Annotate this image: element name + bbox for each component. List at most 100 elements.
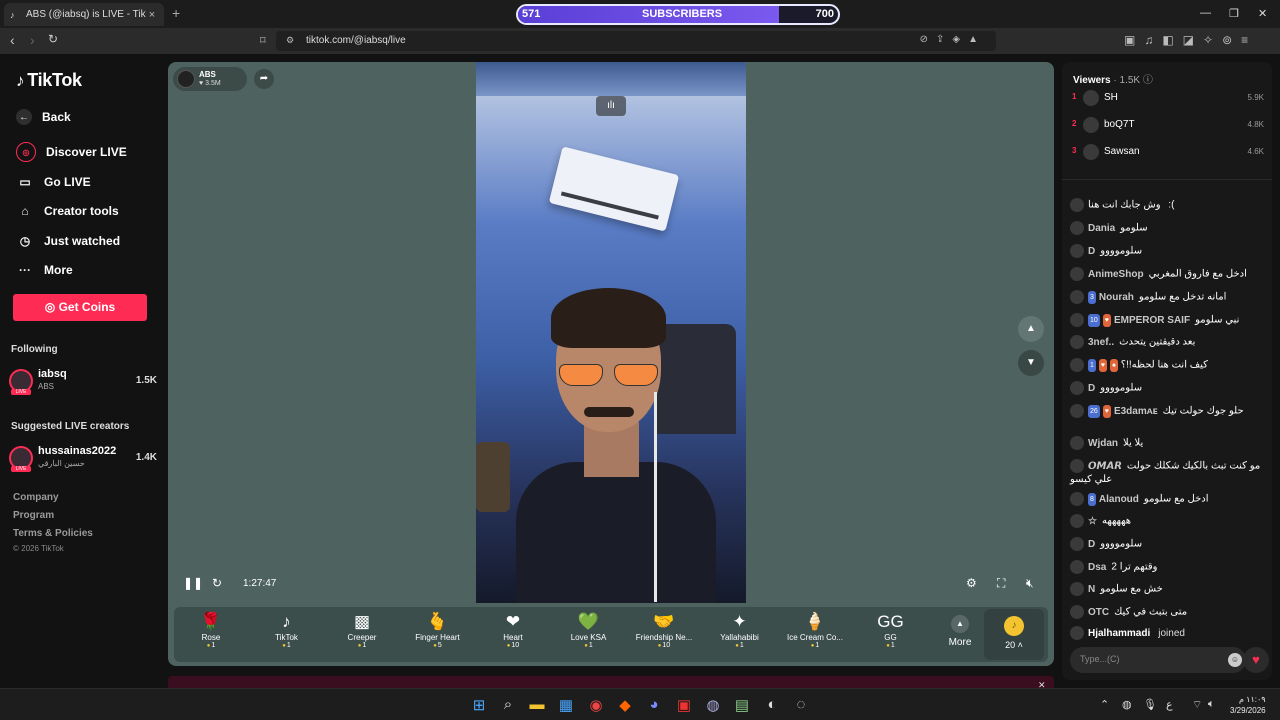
discord-icon[interactable]: ◕ bbox=[644, 696, 664, 713]
microphone-icon[interactable]: 🎙︎ bbox=[1143, 698, 1157, 711]
chat-username[interactable]: ☆ bbox=[1088, 516, 1097, 527]
next-live-icon[interactable]: ▼ bbox=[1018, 350, 1044, 376]
top-viewer-row[interactable]: 3 Sawsan 4.6K bbox=[1072, 142, 1266, 162]
tray-chevron-icon[interactable]: ⌃ bbox=[1100, 698, 1109, 711]
language-icon[interactable]: ع bbox=[1166, 698, 1173, 711]
gift-item[interactable]: ❤ Heart10 bbox=[476, 611, 550, 659]
top-viewer-row[interactable]: 2 boQ7T 4.8K bbox=[1072, 115, 1266, 135]
close-window-button[interactable]: ✕ bbox=[1258, 7, 1267, 20]
avatar[interactable] bbox=[1070, 335, 1084, 349]
avatar[interactable] bbox=[1070, 560, 1084, 574]
avatar[interactable] bbox=[1070, 358, 1084, 372]
gift-item[interactable]: ♪ TikTok1 bbox=[250, 611, 324, 659]
volume-icon[interactable]: 🔈︎ bbox=[1208, 698, 1215, 711]
chat-username[interactable]: Dania bbox=[1088, 223, 1115, 234]
network-app-icon[interactable]: ◍ bbox=[1122, 698, 1132, 711]
steam-icon[interactable]: ◍ bbox=[703, 696, 723, 714]
avatar[interactable] bbox=[1070, 290, 1084, 304]
gift-item[interactable]: 🍦 Ice Cream Co...1 bbox=[778, 611, 852, 659]
avatar[interactable] bbox=[1070, 492, 1084, 506]
chat-username[interactable]: Dsa bbox=[1088, 562, 1106, 573]
terminal-icon[interactable]: ▤ bbox=[732, 696, 752, 714]
refresh-icon[interactable]: ↻ bbox=[212, 576, 222, 590]
footer-program[interactable]: Program bbox=[13, 510, 54, 521]
chat-username[interactable]: EMPEROR SAIF bbox=[1114, 315, 1190, 326]
wifi-icon[interactable]: ⌔ bbox=[1192, 698, 1202, 712]
bookmark-icon[interactable]: ⌑ bbox=[260, 34, 266, 47]
app-icon[interactable]: ◐ bbox=[762, 696, 782, 713]
chat-username[interactable]: Alanoud bbox=[1099, 494, 1139, 505]
viewers-header[interactable]: Viewers · 1.5K ⓘ bbox=[1073, 71, 1153, 86]
suggested-creator[interactable]: hussainas2022 حسين البارقي 1.4K bbox=[9, 444, 161, 472]
chat-username[interactable]: D bbox=[1088, 246, 1095, 257]
system-clock[interactable]: ١١:٠٩ م 3/29/2026 bbox=[1230, 694, 1266, 716]
avatar[interactable] bbox=[1070, 221, 1084, 235]
avatar[interactable] bbox=[1070, 436, 1084, 450]
settings-icon[interactable]: ⚙ bbox=[966, 576, 977, 590]
share-icon[interactable]: ➦ bbox=[254, 69, 274, 89]
chat-input[interactable]: Type...(C) bbox=[1070, 647, 1246, 673]
extensions-icon[interactable]: ▣♫◧◪✧⊚≡ bbox=[1124, 33, 1257, 47]
search-icon[interactable]: ⌕ bbox=[498, 696, 518, 713]
chat-username[interactable]: E3damᴀᴇ bbox=[1114, 406, 1158, 417]
chat-username[interactable]: D bbox=[1088, 383, 1095, 394]
avatar[interactable] bbox=[1070, 198, 1084, 212]
gift-item[interactable]: 🫰 Finger Heart5 bbox=[401, 611, 475, 659]
like-heart-icon[interactable]: ♥ bbox=[1243, 647, 1269, 673]
live-player[interactable]: ABS ♥ 3.5M ➦ ılı ▲ ▼ ❚❚ ↻ 1:27:47 ⚙ ⛶ 🔇︎ bbox=[168, 62, 1054, 666]
gift-item[interactable]: 🌹 Rose1 bbox=[174, 611, 248, 659]
avatar[interactable] bbox=[1070, 404, 1084, 418]
avatar[interactable] bbox=[1070, 582, 1084, 596]
following-creator[interactable]: iabsq ABS 1.5K bbox=[9, 367, 161, 395]
avatar[interactable] bbox=[1070, 267, 1084, 281]
tab-close-icon[interactable]: × bbox=[146, 9, 158, 21]
avatar[interactable] bbox=[1070, 459, 1084, 473]
mute-icon[interactable]: 🔇︎ bbox=[1026, 576, 1034, 591]
nav-go-live[interactable]: ▭ Go LIVE bbox=[16, 171, 90, 193]
forward-arrow-icon[interactable]: › bbox=[30, 32, 35, 48]
avatar[interactable] bbox=[1070, 605, 1084, 619]
minimize-button[interactable]: — bbox=[1200, 7, 1211, 19]
footer-company[interactable]: Company bbox=[13, 492, 59, 503]
avatar[interactable] bbox=[1070, 514, 1084, 528]
new-tab-button[interactable]: + bbox=[172, 5, 180, 21]
file-explorer-icon[interactable]: ▬ bbox=[527, 696, 547, 713]
nav-creator-tools[interactable]: ⌂ Creator tools bbox=[16, 200, 118, 222]
get-coins-button[interactable]: ◎ Get Coins bbox=[13, 294, 147, 321]
previous-live-icon[interactable]: ▲ bbox=[1018, 316, 1044, 342]
more-gifts-button[interactable]: ▲ More bbox=[940, 615, 980, 648]
emoji-icon[interactable]: ☺ bbox=[1228, 653, 1242, 667]
brave-icon[interactable]: ◆ bbox=[615, 696, 635, 714]
gift-item[interactable]: 💚 Love KSA1 bbox=[552, 611, 626, 659]
back-arrow-icon[interactable]: ‹ bbox=[10, 32, 15, 48]
reload-icon[interactable]: ↻ bbox=[48, 32, 58, 46]
avatar[interactable] bbox=[1070, 537, 1084, 551]
store-icon[interactable]: ▦ bbox=[556, 696, 576, 714]
nav-back[interactable]: ← Back bbox=[16, 106, 71, 128]
gift-item[interactable]: ✦ Yallahabibi1 bbox=[703, 611, 777, 659]
maximize-button[interactable]: ❐ bbox=[1229, 7, 1239, 20]
url-actions-icon[interactable]: ⊘⇪◈▲ bbox=[920, 34, 986, 45]
nav-discover-live[interactable]: ◎ Discover LIVE bbox=[16, 141, 127, 163]
chrome-icon[interactable]: ◉ bbox=[586, 696, 606, 714]
chat-username[interactable]: Wjdan bbox=[1088, 438, 1118, 449]
gift-item[interactable]: ▩ Creeper1 bbox=[325, 611, 399, 659]
gift-item[interactable]: 🤝 Friendship Ne...10 bbox=[627, 611, 701, 659]
url-bar[interactable]: ⌑ ⚙ tiktok.com/@iabsq/live ⊘⇪◈▲ bbox=[260, 31, 996, 51]
coin-balance[interactable]: ♪ 20 ˄ bbox=[984, 609, 1044, 660]
avatar[interactable] bbox=[1070, 313, 1084, 327]
avatar[interactable] bbox=[1070, 244, 1084, 258]
host-info[interactable]: ABS ♥ 3.5M bbox=[173, 67, 247, 91]
chat-username[interactable]: D bbox=[1088, 539, 1095, 550]
app-icon[interactable]: ◌ bbox=[791, 696, 811, 713]
nav-more[interactable]: ··· More bbox=[16, 259, 73, 281]
browser-tab[interactable]: ♪ ABS (@iabsq) is LIVE - TikTok LIVE × bbox=[4, 3, 164, 26]
app-icon[interactable]: ▣ bbox=[674, 696, 694, 714]
chat-username[interactable]: AnimeShop bbox=[1088, 269, 1144, 280]
chat-username[interactable]: Hjalhammadi bbox=[1088, 628, 1150, 639]
pause-icon[interactable]: ❚❚ bbox=[183, 576, 203, 590]
gift-item[interactable]: GGGG1 bbox=[854, 611, 928, 659]
tiktok-logo[interactable]: ♪ TikTok bbox=[16, 70, 82, 91]
nav-just-watched[interactable]: ◷ Just watched bbox=[16, 230, 120, 252]
site-info-icon[interactable]: ⚙ bbox=[286, 35, 294, 46]
